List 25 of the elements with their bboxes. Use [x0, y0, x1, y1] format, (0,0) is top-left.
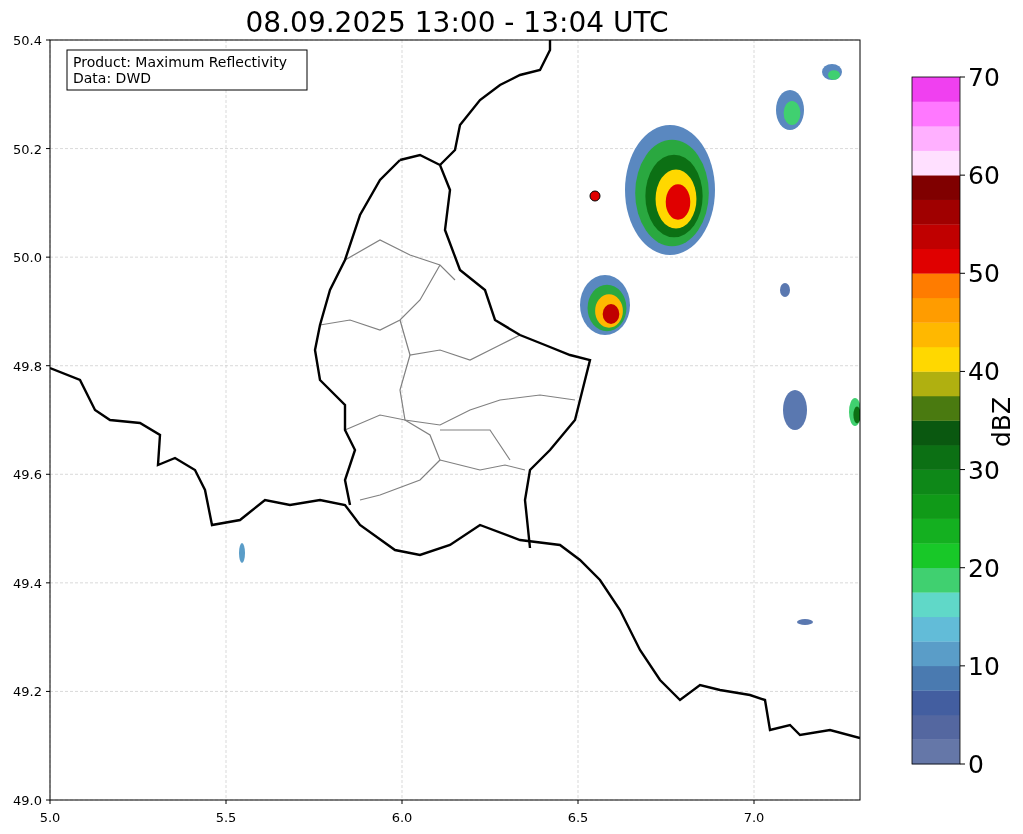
info-text: Product: Maximum Reflectivity — [73, 54, 287, 70]
axis-tick-label: 49.2 — [13, 684, 42, 700]
axis-tick-label: 50.4 — [13, 33, 42, 48]
axis-tick-label: 5.0 — [39, 810, 61, 825]
colorbar-tick-label: 20 — [968, 553, 1000, 583]
axis-tick-label: 50.2 — [13, 141, 42, 157]
axis-tick-label: 5.5 — [215, 810, 237, 825]
colorbar-tick-label: 0 — [968, 750, 984, 779]
axis-tick-label: 49.0 — [13, 793, 42, 808]
chart-title: 08.09.2025 13:00 - 13:04 UTC — [245, 6, 669, 39]
info-text: Data: DWD — [73, 70, 151, 86]
axis-tick-label: 50.0 — [13, 250, 42, 266]
axis-tick-label: 49.6 — [13, 467, 42, 483]
colorbar-label: dBZ — [987, 396, 1016, 448]
colorbar-tick-label: 10 — [968, 651, 1000, 681]
colorbar-tick-label: 30 — [968, 455, 1000, 485]
axis-tick-label: 49.4 — [13, 575, 42, 591]
colorbar-tick-label: 50 — [968, 259, 1000, 289]
colorbar-tick-label: 40 — [968, 357, 1000, 387]
colorbar-tick-label: 70 — [968, 63, 1000, 92]
axis-tick-label: 49.8 — [13, 358, 42, 374]
axis-tick-label: 7.0 — [743, 810, 765, 825]
axis-tick-label: 6.5 — [567, 810, 589, 825]
axis-tick-label: 6.0 — [391, 810, 413, 825]
colorbar-tick-label: 60 — [968, 161, 1000, 191]
